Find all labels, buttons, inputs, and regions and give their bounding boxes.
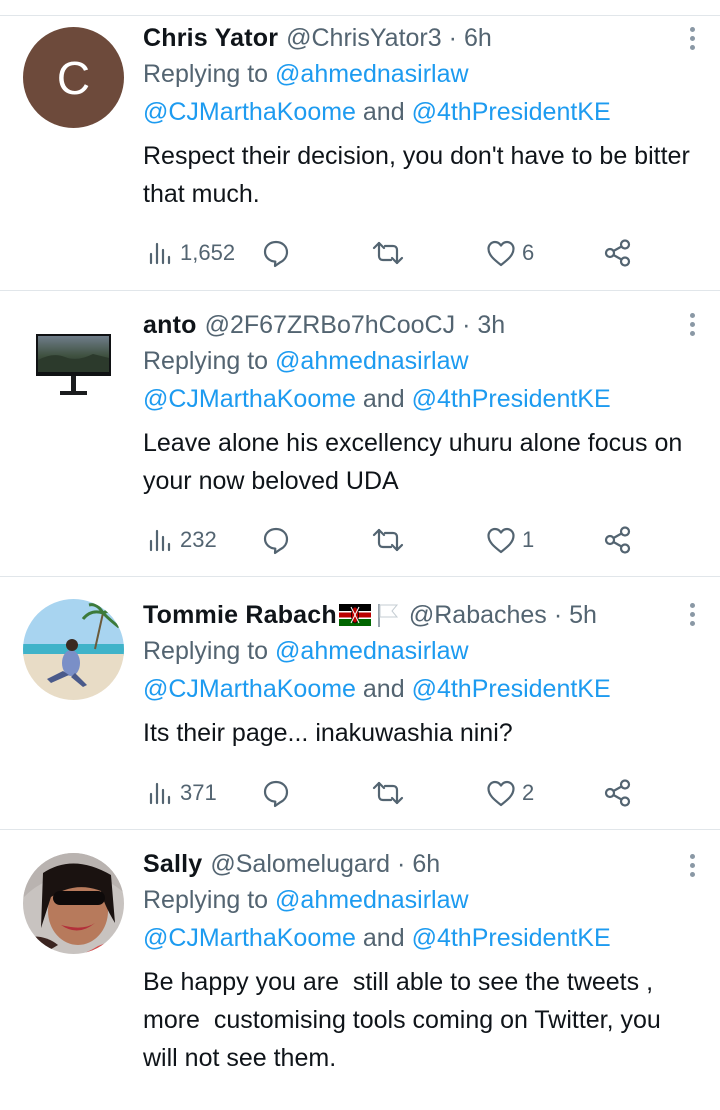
views-button[interactable]: 232: [148, 520, 217, 560]
views-count: 1,652: [180, 240, 236, 265]
and-label: and: [355, 98, 412, 126]
mention-link[interactable]: @CJMarthaKoome: [143, 98, 356, 126]
tweet-text: Be happy you are still able to see the t…: [143, 968, 668, 1072]
timestamp[interactable]: 3h: [477, 308, 505, 342]
like-button[interactable]: 6: [486, 233, 534, 273]
reply-icon: [263, 527, 289, 555]
mention-link[interactable]: @4thPresidentKE: [412, 924, 611, 952]
timestamp[interactable]: 6h: [464, 21, 492, 55]
mention-link[interactable]: @CJMarthaKoome: [143, 675, 356, 703]
reply-button[interactable]: [261, 773, 291, 813]
likes-count: 2: [522, 780, 535, 805]
share-icon: [604, 526, 631, 554]
tweet-item[interactable]: Sally @Salomelugard · 6h Replying to @ah…: [0, 830, 720, 1110]
and-label: and: [355, 924, 412, 952]
beach-photo-avatar-image: [23, 599, 124, 700]
user-handle[interactable]: @2F67ZRBo7hCooCJ: [205, 308, 456, 342]
views-count: 232: [180, 527, 217, 552]
views-button[interactable]: 1,652: [148, 233, 235, 273]
more-options-icon[interactable]: [688, 27, 696, 54]
tweet-text: Its their page... inakuwashia nini?: [143, 719, 513, 747]
tweet-item[interactable]: anto @2F67ZRBo7hCooCJ · 3h Replying to @…: [0, 291, 720, 576]
separator-dot: ·: [462, 311, 471, 339]
tweet-text: Leave alone his excellency uhuru alone f…: [143, 429, 690, 495]
retweet-icon: [372, 241, 404, 265]
retweet-button[interactable]: [371, 233, 405, 273]
user-handle[interactable]: @Rabaches: [409, 598, 547, 632]
tweet-item[interactable]: C Chris Yator @ChrisYator3 · 6h Replying…: [0, 16, 720, 290]
monitor-avatar-image: [36, 334, 111, 395]
share-button[interactable]: [603, 233, 633, 273]
replying-to: Replying to @ahmednasirlaw @CJMarthaKoom…: [143, 342, 700, 418]
more-options-icon[interactable]: [688, 854, 696, 881]
retweet-icon: [372, 781, 404, 805]
likes-count: 1: [522, 527, 535, 552]
separator-dot: ·: [448, 24, 457, 52]
reply-button[interactable]: [261, 520, 291, 560]
mention-link[interactable]: @CJMarthaKoome: [143, 385, 356, 413]
mention-link[interactable]: @4thPresidentKE: [412, 675, 611, 703]
more-options-icon[interactable]: [688, 603, 696, 630]
replying-to-label: Replying to: [143, 886, 276, 914]
views-icon: [149, 782, 171, 805]
timestamp[interactable]: 6h: [412, 847, 440, 881]
like-button[interactable]: 1: [486, 520, 534, 560]
display-name[interactable]: anto: [143, 308, 197, 342]
share-button[interactable]: [603, 773, 633, 813]
like-button[interactable]: 2: [486, 773, 534, 813]
mention-link[interactable]: @CJMarthaKoome: [143, 924, 356, 952]
mention-link[interactable]: @4thPresidentKE: [412, 385, 611, 413]
likes-count: 6: [522, 240, 535, 265]
reply-button[interactable]: [261, 233, 291, 273]
and-label: and: [355, 385, 412, 413]
retweet-button[interactable]: [371, 773, 405, 813]
replying-to-label: Replying to: [143, 347, 276, 375]
selfie-avatar-image: [23, 853, 124, 954]
white-flag-icon: [377, 604, 398, 627]
mention-link[interactable]: @4thPresidentKE: [412, 98, 611, 126]
views-button[interactable]: 371: [148, 773, 217, 813]
mention-link[interactable]: @ahmednasirlaw: [275, 347, 469, 375]
like-icon: [487, 527, 515, 554]
tweet-item[interactable]: Tommie Rabach @Rabaches · 5h Replying to…: [0, 577, 720, 829]
avatar[interactable]: [23, 853, 124, 954]
views-icon: [149, 529, 171, 552]
replying-to-label: Replying to: [143, 60, 276, 88]
like-icon: [487, 780, 515, 807]
tweet-text: Respect their decision, you don't have t…: [143, 142, 697, 208]
avatar[interactable]: C: [23, 27, 124, 128]
timestamp[interactable]: 5h: [569, 598, 597, 632]
avatar-letter: C: [56, 51, 91, 104]
avatar[interactable]: [23, 302, 124, 403]
display-name[interactable]: Tommie Rabach: [143, 598, 337, 632]
replying-to-label: Replying to: [143, 637, 276, 665]
views-icon: [149, 242, 171, 265]
reply-icon: [263, 240, 289, 268]
user-handle[interactable]: @ChrisYator3: [286, 21, 442, 55]
views-count: 371: [180, 780, 217, 805]
like-icon: [487, 240, 515, 267]
replying-to: Replying to @ahmednasirlaw @CJMarthaKoom…: [143, 881, 700, 957]
mention-link[interactable]: @ahmednasirlaw: [275, 60, 469, 88]
mention-link[interactable]: @ahmednasirlaw: [275, 637, 469, 665]
replying-to: Replying to @ahmednasirlaw @CJMarthaKoom…: [143, 632, 700, 708]
share-button[interactable]: [603, 520, 633, 560]
retweet-button[interactable]: [371, 520, 405, 560]
share-icon: [604, 779, 631, 807]
share-icon: [604, 239, 631, 267]
display-name[interactable]: Sally: [143, 847, 202, 881]
separator-dot: ·: [397, 850, 406, 878]
display-name[interactable]: Chris Yator: [143, 21, 278, 55]
reply-icon: [263, 780, 289, 808]
and-label: and: [355, 675, 412, 703]
kenya-flag-icon: [338, 604, 371, 626]
avatar[interactable]: [23, 599, 124, 700]
more-options-icon[interactable]: [688, 313, 696, 340]
user-handle[interactable]: @Salomelugard: [210, 847, 390, 881]
replying-to: Replying to @ahmednasirlaw @CJMarthaKoom…: [143, 55, 700, 131]
retweet-icon: [372, 528, 404, 552]
reply-feed: C Chris Yator @ChrisYator3 · 6h Replying…: [0, 0, 720, 1110]
separator-dot: ·: [553, 601, 563, 629]
mention-link[interactable]: @ahmednasirlaw: [275, 886, 469, 914]
